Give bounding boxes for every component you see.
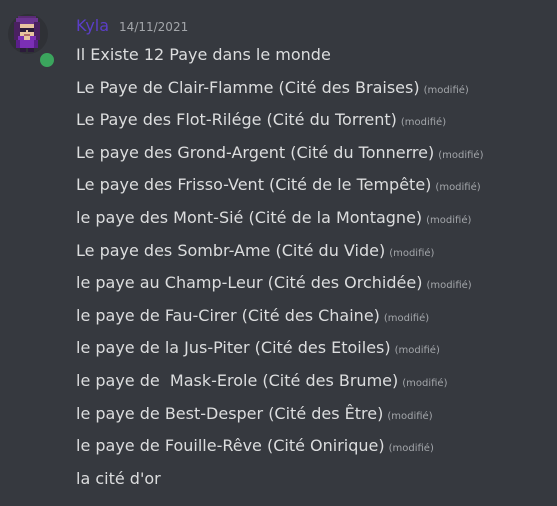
- edited-indicator: (modifié): [426, 280, 472, 292]
- edited-indicator: (modifié): [426, 214, 472, 226]
- message-line-text: la cité d'or: [76, 468, 161, 488]
- message-line: la cité d'or: [76, 465, 551, 498]
- message-line: Le Paye de Clair-Flamme (Cité des Braise…: [76, 74, 551, 107]
- message-line-text: Le Paye des Flot-Rilége (Cité du Torrent…: [76, 110, 397, 130]
- message-line-text: Le Paye de Clair-Flamme (Cité des Braise…: [76, 77, 420, 97]
- message-content: Il Existe 12 Paye dans le monde Le Paye d…: [76, 41, 551, 497]
- message-line: le paye de la Jus-Piter (Cité des Etoile…: [76, 334, 551, 367]
- message-line: le paye des Mont-Sié (Cité de la Montagn…: [76, 204, 551, 237]
- edited-indicator: (modifié): [423, 84, 469, 96]
- message-line-text: Il Existe 12 Paye dans le monde: [76, 45, 331, 64]
- message-line-text: le paye de Fau-Cirer (Cité des Chaine): [76, 305, 380, 325]
- edited-indicator: (modifié): [383, 312, 430, 324]
- message-line: le paye de Fau-Cirer (Cité des Chaine) (m…: [76, 302, 551, 335]
- message-line: le paye de Mask-Erole (Cité des Brume) (m…: [76, 367, 551, 400]
- message-line-text: le paye de Fouille-Rêve (Cité Onirique): [76, 436, 385, 456]
- pixel-art-avatar-icon: [14, 16, 40, 52]
- user-avatar[interactable]: [8, 14, 48, 54]
- message-line: Le paye des Sombr-Ame (Cité du Vide) (mod…: [76, 237, 551, 270]
- message-line: Il Existe 12 Paye dans le monde: [76, 41, 551, 74]
- edited-indicator: (modifié): [388, 443, 434, 455]
- message-line: le paye au Champ-Leur (Cité des Orchidée…: [76, 269, 551, 302]
- message-line-text: le paye au Champ-Leur (Cité des Orchidée…: [76, 273, 423, 293]
- online-status-icon: [37, 50, 57, 70]
- chat-message: Kyla 14/11/2021 Il Existe 12 Paye dans l…: [0, 0, 557, 506]
- edited-indicator: (modifié): [402, 377, 448, 389]
- message-line: Le Paye des Flot-Rilége (Cité du Torrent…: [76, 106, 551, 139]
- message-line-text: Le paye des Frisso-Vent (Cité de le Temp…: [76, 175, 432, 195]
- edited-indicator: (modifié): [438, 149, 484, 161]
- timestamp[interactable]: 14/11/2021: [119, 20, 188, 34]
- message-line: le paye de Fouille-Rêve (Cité Onirique)(…: [76, 432, 551, 465]
- message-line-text: le paye des Mont-Sié (Cité de la Montagn…: [76, 207, 423, 227]
- message-line-text: le paye de la Jus-Piter (Cité des Etoile…: [76, 338, 391, 358]
- message-line-text: Le paye des Sombr-Ame (Cité du Vide): [76, 240, 386, 260]
- message-header: Kyla 14/11/2021: [76, 16, 188, 40]
- message-line: Le paye des Frisso-Vent (Cité de le Temp…: [76, 171, 551, 204]
- message-line: le paye de Best-Desper (Cité des Être) (m…: [76, 400, 551, 433]
- edited-indicator: (modifié): [435, 182, 481, 194]
- edited-indicator: (modifié): [387, 410, 433, 422]
- message-line: Le paye des Grond-Argent (Cité du Tonner…: [76, 139, 551, 172]
- message-line-text: Le paye des Grond-Argent (Cité du Tonner…: [76, 142, 435, 162]
- edited-indicator: (modifié): [389, 247, 435, 259]
- username[interactable]: Kyla: [76, 16, 109, 35]
- edited-indicator: (modifié): [400, 117, 447, 129]
- edited-indicator: (modifié): [394, 345, 440, 357]
- message-line-text: le paye de Best-Desper (Cité des Être): [76, 403, 384, 423]
- message-line-text: le paye de Mask-Erole (Cité des Brume): [76, 370, 399, 390]
